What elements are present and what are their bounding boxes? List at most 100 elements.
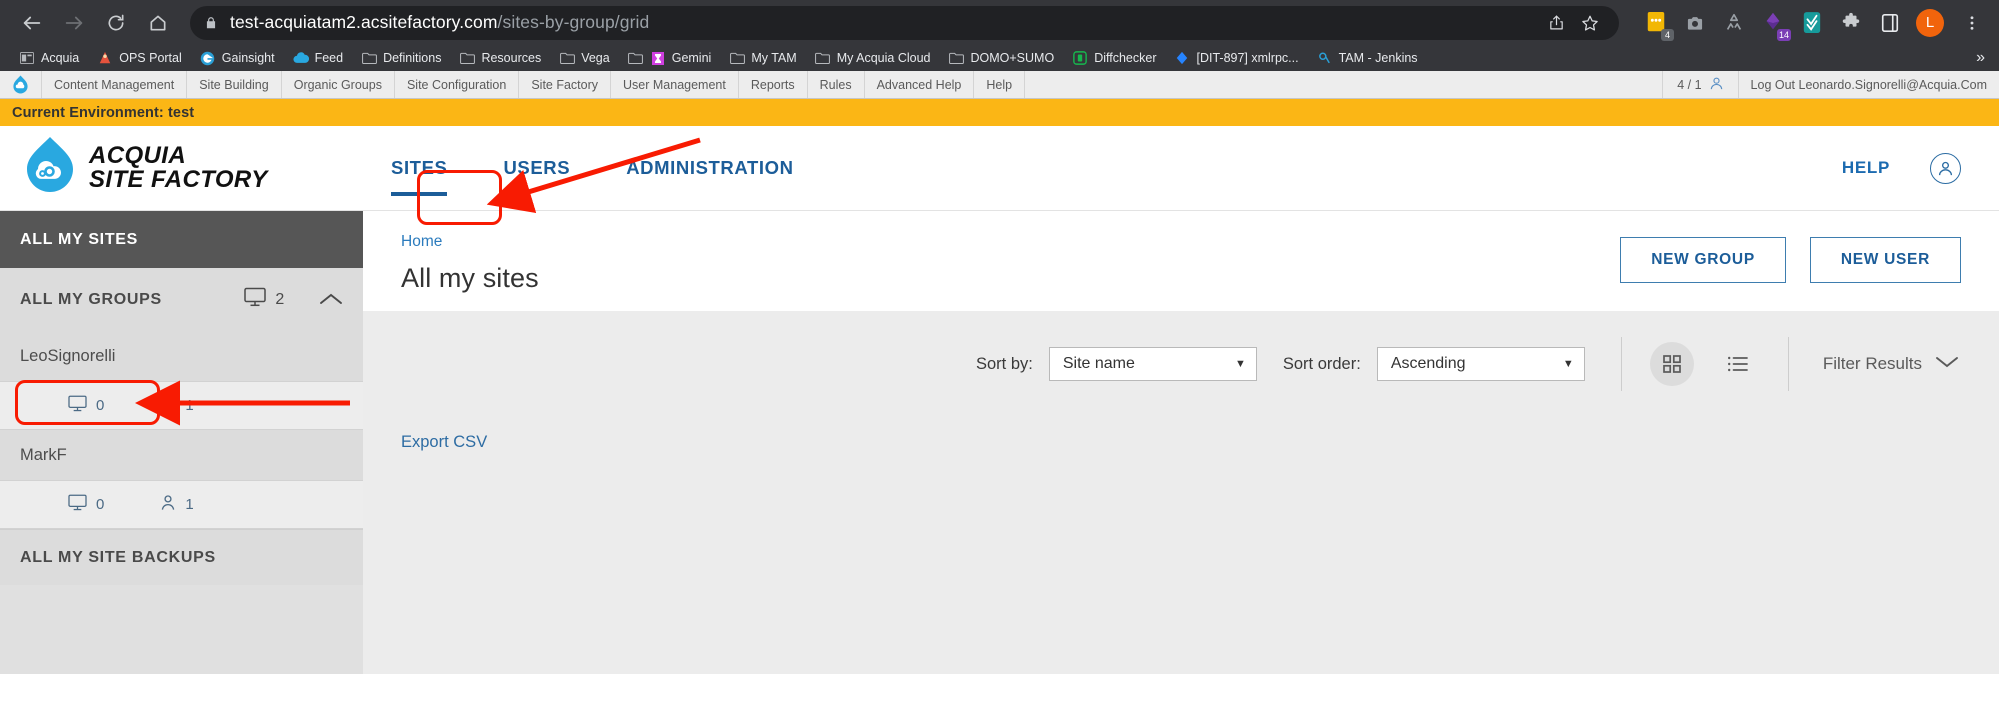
group-users-count: 1 xyxy=(185,496,194,513)
bookmark-star-icon[interactable] xyxy=(1575,8,1605,38)
admin-logout-link[interactable]: Log Out Leonardo.Signorelli@Acquia.Com xyxy=(1737,71,1999,98)
share-icon[interactable] xyxy=(1541,8,1571,38)
sidebar-all-my-site-backups[interactable]: ALL MY SITE BACKUPS xyxy=(0,529,363,585)
sort-by-select[interactable]: Site name ▼ xyxy=(1048,347,1257,381)
bookmark-domo-sumo[interactable]: DOMO+SUMO xyxy=(940,47,1064,69)
chevron-down-icon xyxy=(1935,354,1959,374)
new-user-button[interactable]: NEW USER xyxy=(1809,237,1961,283)
export-csv-link[interactable]: Export CSV xyxy=(401,433,487,451)
admin-item-organic-groups[interactable]: Organic Groups xyxy=(282,71,395,98)
results-toolbar-area: Sort by: Site name ▼ Sort order: Ascendi… xyxy=(363,311,1999,674)
puzzle-extension-icon[interactable] xyxy=(1838,10,1864,36)
sidepanel-extension-icon[interactable] xyxy=(1877,10,1903,36)
sticky-notes-extension-icon[interactable]: 4 xyxy=(1643,10,1674,41)
extension-badge: 14 xyxy=(1776,28,1791,41)
admin-bar-right: 4 / 1 Log Out Leonardo.Signorelli@Acquia… xyxy=(1662,71,1999,98)
group-users-stat: 1 xyxy=(160,494,194,515)
logo-wordmark: ACQUIA SITE FACTORY xyxy=(89,143,268,193)
drupal-droplet-icon[interactable] xyxy=(0,71,42,98)
leosignorelli-highlight-box xyxy=(15,380,160,425)
lock-icon xyxy=(204,16,218,30)
sidebar-groups-label: ALL MY GROUPS xyxy=(20,290,162,308)
view-toggle-group xyxy=(1620,337,1789,391)
bookmark-vega[interactable]: Vega xyxy=(550,47,619,69)
logo-line-2: SITE FACTORY xyxy=(89,166,268,193)
bookmark-ops-portal[interactable]: OPS Portal xyxy=(88,47,191,69)
bookmark-label: Gainsight xyxy=(221,51,275,65)
monitor-icon xyxy=(244,287,267,312)
recycle-extension-icon[interactable] xyxy=(1721,10,1747,36)
extension-tray: 4 14 L xyxy=(1627,8,1987,41)
acquia-droplet-logo-icon xyxy=(24,136,76,201)
bookmarks-overflow-chevron[interactable]: » xyxy=(1976,49,1989,67)
monitor-icon xyxy=(68,494,87,515)
sidebar-all-my-sites[interactable]: ALL MY SITES xyxy=(0,211,363,268)
bookmark-label: My TAM xyxy=(751,51,797,65)
bookmark-acquia[interactable]: Acquia xyxy=(10,47,88,69)
gainsight-icon xyxy=(200,50,216,66)
sort-order-select[interactable]: Ascending ▼ xyxy=(1376,347,1585,381)
help-link[interactable]: HELP xyxy=(1842,158,1890,178)
bookmark-diffchecker[interactable]: Diffchecker xyxy=(1063,47,1165,69)
gemini-icon xyxy=(650,50,666,66)
bookmark-tam-jenkins[interactable]: TAM - Jenkins xyxy=(1308,47,1427,69)
admin-item-help[interactable]: Help xyxy=(974,71,1026,98)
bookmark-resources[interactable]: Resources xyxy=(450,47,550,69)
camera-extension-icon[interactable] xyxy=(1682,10,1708,36)
list-view-icon[interactable] xyxy=(1716,342,1760,386)
chevron-down-icon: ▼ xyxy=(1562,358,1574,370)
tab-administration[interactable]: ADMINISTRATION xyxy=(598,126,821,210)
filter-results-toggle[interactable]: Filter Results xyxy=(1823,354,1959,374)
admin-item-site-building[interactable]: Site Building xyxy=(187,71,282,98)
sidebar-group-markf[interactable]: MarkF xyxy=(0,430,363,480)
forward-arrow-icon[interactable] xyxy=(54,3,94,43)
admin-item-site-factory[interactable]: Site Factory xyxy=(519,71,612,98)
bookmark-feed[interactable]: Feed xyxy=(284,47,353,69)
user-icon xyxy=(1709,76,1724,94)
browser-toolbar: test-acquiatam2.acsitefactory.com/sites-… xyxy=(0,0,1999,45)
sidebar-all-my-groups-header[interactable]: ALL MY GROUPS 2 xyxy=(0,268,363,331)
sort-by-value: Site name xyxy=(1062,355,1135,372)
bookmark-label: OPS Portal xyxy=(119,51,182,65)
bookmark-my-acquia-cloud[interactable]: My Acquia Cloud xyxy=(806,47,940,69)
bookmark-my-tam[interactable]: My TAM xyxy=(720,47,805,69)
home-icon[interactable] xyxy=(138,3,178,43)
bookmark-dit-897[interactable]: [DIT-897] xmlrpc... xyxy=(1165,47,1307,69)
admin-item-content-management[interactable]: Content Management xyxy=(42,71,188,98)
bookmark-label: Resources xyxy=(481,51,542,65)
page-actions: NEW GROUP NEW USER xyxy=(1620,237,1961,283)
kebab-menu-icon[interactable] xyxy=(1957,8,1987,38)
bookmark-label: Feed xyxy=(314,51,344,65)
acquia-site-factory-logo[interactable]: ACQUIA SITE FACTORY xyxy=(0,136,363,201)
export-row: Export CSV xyxy=(363,391,1999,452)
sidebar-group-leosignorelli[interactable]: LeoSignorelli xyxy=(0,331,363,381)
new-group-button[interactable]: NEW GROUP xyxy=(1620,237,1786,283)
bookmark-label: Diffchecker xyxy=(1094,51,1157,65)
back-arrow-icon[interactable] xyxy=(12,3,52,43)
bookmark-label: DOMO+SUMO xyxy=(970,51,1055,65)
bookmark-gainsight[interactable]: Gainsight xyxy=(191,47,284,69)
address-bar[interactable]: test-acquiatam2.acsitefactory.com/sites-… xyxy=(190,5,1619,40)
admin-item-user-management[interactable]: User Management xyxy=(611,71,739,98)
sites-tab-highlight-box xyxy=(417,170,502,225)
checkmark-extension-icon[interactable] xyxy=(1799,10,1825,36)
folder-icon xyxy=(459,50,475,66)
page-root: test-acquiatam2.acsitefactory.com/sites-… xyxy=(0,0,1999,715)
admin-item-site-configuration[interactable]: Site Configuration xyxy=(395,71,520,98)
admin-item-reports[interactable]: Reports xyxy=(739,71,808,98)
group-users-stat: 1 xyxy=(160,395,194,416)
folder-icon xyxy=(949,50,965,66)
bookmark-gemini[interactable]: Gemini xyxy=(619,47,721,69)
reload-icon[interactable] xyxy=(96,3,136,43)
chevron-up-icon[interactable] xyxy=(319,292,343,307)
admin-item-advanced-help[interactable]: Advanced Help xyxy=(865,71,975,98)
profile-avatar[interactable]: L xyxy=(1916,8,1944,37)
bookmark-definitions[interactable]: Definitions xyxy=(352,47,450,69)
jenkins-icon xyxy=(1317,50,1333,66)
diamond-extension-icon[interactable]: 14 xyxy=(1760,10,1791,41)
account-circle-icon[interactable] xyxy=(1930,152,1961,184)
admin-item-rules[interactable]: Rules xyxy=(808,71,865,98)
grid-view-icon[interactable] xyxy=(1649,342,1694,386)
person-icon xyxy=(160,494,176,515)
sidebar: ALL MY SITES ALL MY GROUPS 2 LeoSignorel… xyxy=(0,211,363,674)
